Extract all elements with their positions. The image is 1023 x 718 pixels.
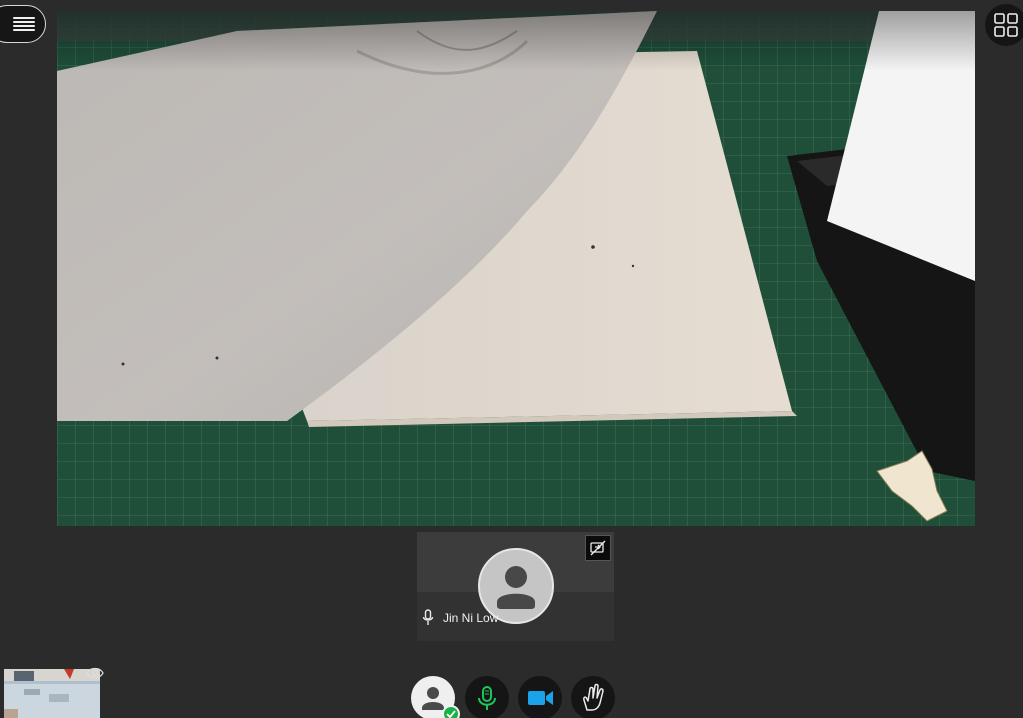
- microphone-icon: [478, 686, 496, 710]
- raise-hand-button[interactable]: [571, 676, 615, 718]
- participant-tile[interactable]: Jin Ni Low: [417, 532, 614, 641]
- check-icon: [442, 705, 460, 718]
- eye-icon[interactable]: [86, 666, 104, 680]
- menu-button[interactable]: [0, 5, 46, 43]
- main-video-feed: [57, 11, 975, 526]
- meeting-app: Jin Ni Low: [0, 0, 1023, 718]
- microphone-icon: [421, 609, 435, 627]
- grid-view-icon: [994, 13, 1018, 37]
- pin-off-icon: [590, 540, 606, 556]
- hamburger-menu-icon: [13, 17, 35, 31]
- video-camera-icon: [528, 691, 553, 705]
- microphone-button[interactable]: [465, 676, 509, 718]
- participant-name: Jin Ni Low: [443, 611, 499, 625]
- user-status-button[interactable]: [411, 676, 460, 718]
- pin-button[interactable]: [585, 535, 611, 561]
- raise-hand-icon: [583, 683, 604, 711]
- grid-view-button[interactable]: [985, 4, 1023, 46]
- participant-name-row: Jin Ni Low: [417, 608, 498, 628]
- camera-feed: [57, 11, 975, 526]
- camera-button[interactable]: [518, 676, 562, 718]
